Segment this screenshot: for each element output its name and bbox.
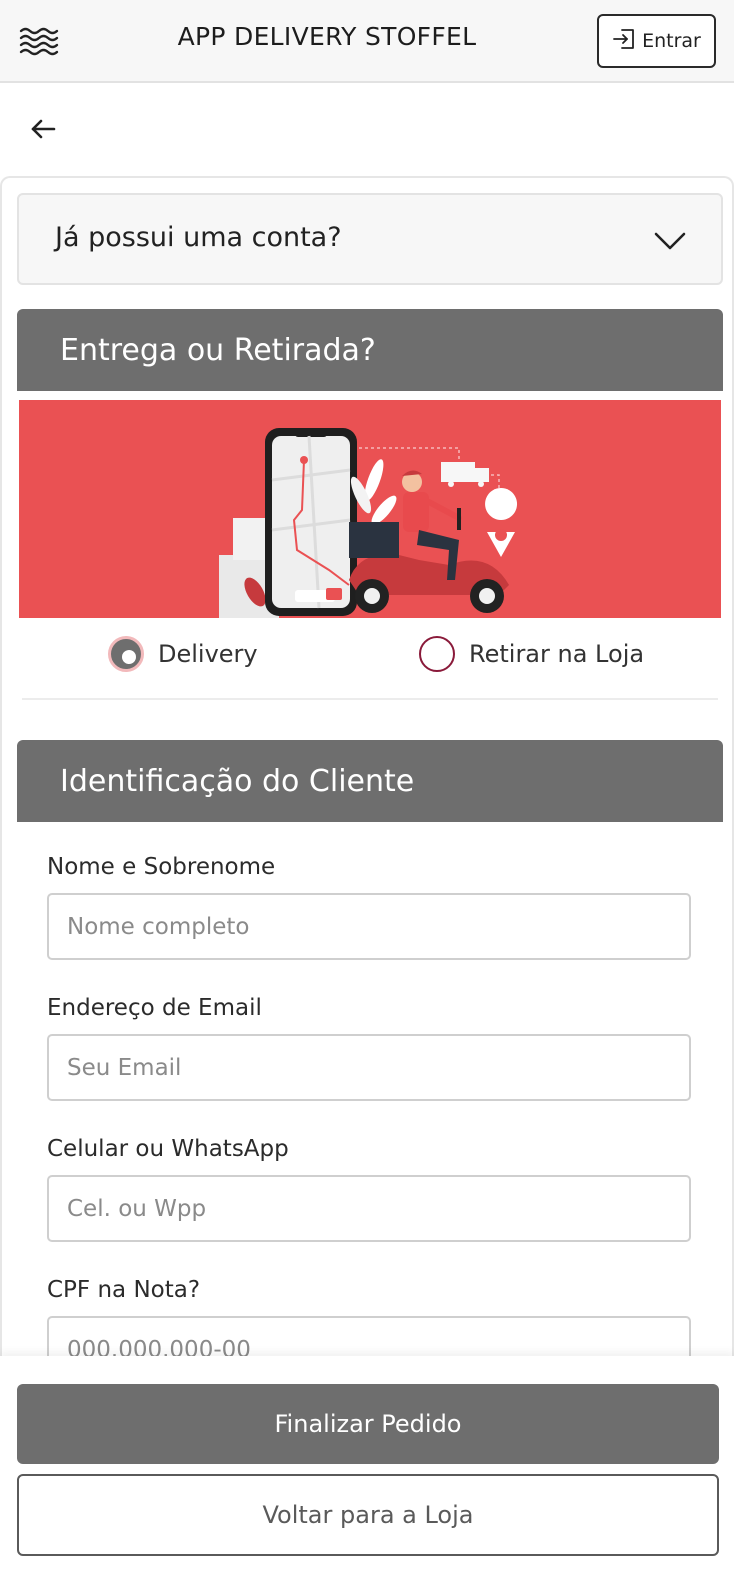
login-icon	[612, 28, 636, 55]
back-arrow-icon[interactable]	[26, 112, 60, 146]
back-to-store-button[interactable]: Voltar para a Loja	[17, 1474, 719, 1556]
delivery-radio[interactable]	[108, 636, 144, 672]
finish-order-button[interactable]: Finalizar Pedido	[17, 1384, 719, 1464]
phone-label: Celular ou WhatsApp	[47, 1136, 289, 1162]
top-bar: APP DELIVERY STOFFEL Entrar	[0, 0, 734, 83]
email-label: Endereço de Email	[47, 995, 262, 1021]
delivery-section-title: Entrega ou Retirada?	[60, 333, 376, 368]
cpf-label: CPF na Nota?	[47, 1277, 201, 1303]
email-input[interactable]	[47, 1034, 691, 1101]
delivery-section-header: Entrega ou Retirada?	[17, 309, 723, 391]
cpf-input[interactable]	[47, 1316, 691, 1356]
pickup-radio[interactable]	[419, 636, 455, 672]
pickup-option-label: Retirar na Loja	[469, 640, 645, 668]
account-question: Já possui uma conta?	[55, 222, 342, 253]
checkout-panel: Já possui uma conta? Entrega ou Retirada…	[0, 176, 734, 1356]
login-button[interactable]: Entrar	[597, 14, 716, 68]
account-accordion[interactable]: Já possui uma conta?	[17, 193, 723, 285]
customer-section-header: Identificação do Cliente	[17, 740, 723, 822]
delivery-illustration	[19, 400, 721, 618]
name-input[interactable]	[47, 893, 691, 960]
app-title: APP DELIVERY STOFFEL	[177, 22, 477, 51]
customer-section-title: Identificação do Cliente	[60, 764, 415, 799]
customer-form: Nome e Sobrenome Endereço de Email Celul…	[47, 854, 693, 1356]
delivery-option-label: Delivery	[158, 640, 258, 668]
pickup-option[interactable]: Retirar na Loja	[419, 636, 644, 672]
menu-icon[interactable]	[18, 24, 60, 58]
chevron-down-icon	[653, 225, 687, 255]
delivery-option[interactable]: Delivery	[108, 636, 258, 672]
phone-input[interactable]	[47, 1175, 691, 1242]
name-label: Nome e Sobrenome	[47, 854, 276, 880]
checkout-footer: Finalizar Pedido Voltar para a Loja	[0, 1356, 734, 1594]
login-label: Entrar	[642, 30, 701, 52]
delivery-options: Delivery Retirar na Loja	[22, 628, 718, 700]
